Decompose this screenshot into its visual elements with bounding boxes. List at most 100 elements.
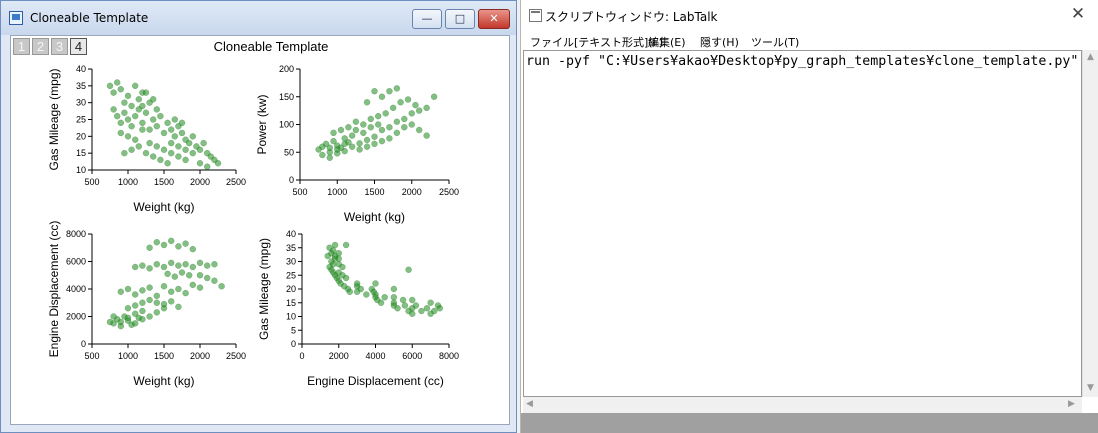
scroll-up-icon[interactable]: ▲ xyxy=(1087,52,1094,62)
data-point xyxy=(409,310,416,317)
menu-file[interactable]: ファイル[テキスト形式](F) xyxy=(530,34,663,50)
menu-hide[interactable]: 隠す(H) xyxy=(700,34,739,50)
data-point xyxy=(404,96,412,103)
x-tick-label: 1000 xyxy=(327,187,347,197)
vertical-scrollbar[interactable]: ▲ ▼ xyxy=(1082,50,1098,397)
data-point xyxy=(363,136,371,144)
y-tick-label: 0 xyxy=(81,339,86,349)
x-tick-label: 0 xyxy=(299,351,304,361)
data-point xyxy=(401,115,408,123)
menu-tools[interactable]: ツール(T) xyxy=(751,34,799,50)
menu-edit[interactable]: 編集(E) xyxy=(648,34,686,50)
data-point xyxy=(110,106,117,113)
data-point xyxy=(153,239,161,246)
script-code[interactable]: run -pyf "C:¥Users¥akao¥Desktop¥py_graph… xyxy=(526,54,1078,69)
data-point xyxy=(160,263,168,271)
data-point xyxy=(175,153,182,160)
data-point xyxy=(203,262,211,269)
data-point xyxy=(196,272,204,279)
data-point xyxy=(352,126,360,134)
data-point xyxy=(386,135,393,142)
data-point xyxy=(117,129,125,137)
data-point xyxy=(185,139,193,147)
maximize-button[interactable]: □ xyxy=(445,9,475,29)
data-point xyxy=(167,126,175,133)
data-point xyxy=(131,302,139,309)
data-point xyxy=(418,307,425,315)
y-tick-label: 40 xyxy=(76,64,86,74)
y-tick-label: 150 xyxy=(279,92,294,102)
data-point xyxy=(319,151,326,159)
data-point xyxy=(374,112,382,120)
data-point xyxy=(153,106,161,113)
data-point xyxy=(175,303,182,311)
y-axis-label: Engine Displacement (cc) xyxy=(47,221,61,358)
scroll-left-icon[interactable]: ◀ xyxy=(526,399,533,409)
data-point xyxy=(397,99,404,106)
data-point xyxy=(335,255,342,262)
data-point xyxy=(415,107,423,114)
data-point xyxy=(131,82,139,90)
data-point xyxy=(175,243,182,250)
x-tick-label: 2500 xyxy=(439,187,459,197)
data-point xyxy=(142,149,150,157)
data-point xyxy=(346,288,354,295)
y-axis-label: Power (kw) xyxy=(255,94,269,154)
x-tick-label: 2500 xyxy=(226,177,246,187)
data-point xyxy=(135,96,143,103)
y-tick-label: 40 xyxy=(286,229,296,239)
data-point xyxy=(113,79,121,86)
data-point xyxy=(371,133,378,140)
data-point xyxy=(178,269,186,276)
data-point xyxy=(121,149,128,157)
data-point xyxy=(357,285,365,293)
horizontal-scrollbar[interactable]: ◀ ▶ xyxy=(523,397,1082,413)
close-button[interactable]: ✕ xyxy=(478,9,510,29)
data-point xyxy=(409,296,416,304)
data-point xyxy=(394,305,401,312)
data-point xyxy=(371,140,378,148)
data-point xyxy=(131,263,139,271)
data-point xyxy=(131,112,139,120)
data-point xyxy=(182,261,189,268)
data-point xyxy=(146,265,153,272)
data-point xyxy=(367,115,375,123)
data-point xyxy=(393,118,401,125)
y-tick-label: 10 xyxy=(286,312,296,322)
data-point xyxy=(348,143,356,150)
data-point xyxy=(160,129,168,137)
data-point xyxy=(153,261,161,268)
data-point xyxy=(378,137,386,145)
data-point xyxy=(214,160,222,167)
data-point xyxy=(189,133,197,140)
data-point xyxy=(167,298,175,305)
data-point xyxy=(408,110,415,117)
data-point xyxy=(124,305,132,312)
scroll-right-icon[interactable]: ▶ xyxy=(1068,399,1075,409)
menu-bar: ファイル[テキスト形式](F) 編集(E) 隠す(H) ツール(T) xyxy=(521,32,1098,50)
script-editor[interactable]: run -pyf "C:¥Users¥akao¥Desktop¥py_graph… xyxy=(523,50,1082,397)
y-tick-label: 8000 xyxy=(66,229,86,239)
close-icon[interactable]: ✕ xyxy=(1068,4,1088,24)
x-tick-label: 500 xyxy=(84,351,99,361)
x-tick-label: 6000 xyxy=(402,351,422,361)
scroll-down-icon[interactable]: ▼ xyxy=(1087,383,1094,393)
status-bar xyxy=(521,413,1098,433)
y-tick-label: 2000 xyxy=(66,312,86,322)
data-point xyxy=(363,99,371,106)
graph-window-titlebar[interactable]: Cloneable Template — □ ✕ xyxy=(1,1,516,35)
data-point xyxy=(178,129,186,137)
x-tick-label: 2000 xyxy=(329,351,349,361)
data-point xyxy=(135,143,143,150)
data-point xyxy=(412,302,420,309)
data-point xyxy=(153,309,161,316)
data-point xyxy=(196,284,204,291)
data-point xyxy=(423,132,430,139)
data-point xyxy=(390,294,398,301)
data-point xyxy=(113,112,121,120)
y-tick-label: 200 xyxy=(279,64,294,74)
data-point xyxy=(377,299,385,306)
data-point xyxy=(167,288,175,295)
data-point xyxy=(178,119,186,127)
minimize-button[interactable]: — xyxy=(412,9,442,29)
